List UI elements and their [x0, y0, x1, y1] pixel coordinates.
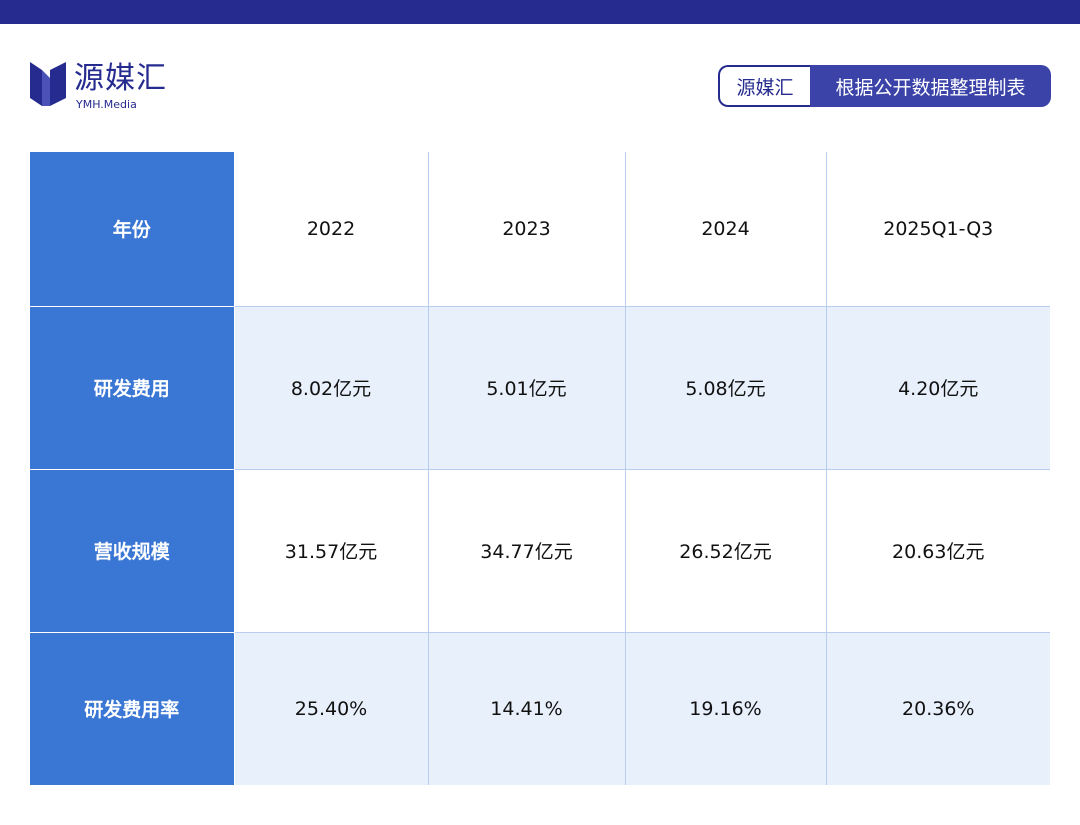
year-cell-2025q1-q3: 2025Q1-Q3 — [826, 152, 1050, 307]
row-label-year: 年份 — [30, 152, 235, 307]
revenue-cell-2022: 31.57亿元 — [234, 469, 429, 633]
source-badge-brand: 源媒汇 — [718, 65, 810, 107]
top-bar — [0, 0, 1080, 24]
table-row-revenue: 营收规模 31.57亿元 34.77亿元 26.52亿元 20.63亿元 — [30, 469, 1050, 633]
source-badge: 源媒汇 根据公开数据整理制表 — [718, 65, 1051, 107]
brand-tagline: YMH.Media — [76, 98, 137, 111]
row-label-rd-rate: 研发费用率 — [30, 632, 235, 785]
table-row-year: 年份 2022 2023 2024 2025Q1-Q3 — [30, 152, 1050, 307]
rd-expense-cell-2024: 5.08亿元 — [625, 306, 827, 470]
rd-expense-cell-2025q1-q3: 4.20亿元 — [826, 306, 1050, 470]
rd-expense-cell-2022: 8.02亿元 — [234, 306, 429, 470]
revenue-cell-2023: 34.77亿元 — [428, 469, 626, 633]
revenue-cell-2024: 26.52亿元 — [625, 469, 827, 633]
rd-rate-cell-2024: 19.16% — [625, 632, 827, 785]
year-cell-2022: 2022 — [234, 152, 429, 307]
rd-rate-cell-2022: 25.40% — [234, 632, 429, 785]
source-badge-text: 根据公开数据整理制表 — [810, 65, 1051, 107]
year-cell-2023: 2023 — [428, 152, 626, 307]
brand-mark-icon — [30, 62, 66, 106]
brand-logo: 源媒汇 YMH.Media — [28, 58, 188, 114]
row-label-revenue: 营收规模 — [30, 469, 235, 633]
revenue-cell-2025q1-q3: 20.63亿元 — [826, 469, 1050, 633]
rd-expense-table: 年份 2022 2023 2024 2025Q1-Q3 研发费用 8.02亿元 … — [30, 152, 1050, 785]
rd-rate-cell-2023: 14.41% — [428, 632, 626, 785]
rd-rate-cell-2025q1-q3: 20.36% — [826, 632, 1050, 785]
row-label-rd-expense: 研发费用 — [30, 306, 235, 470]
table-row-rd-rate: 研发费用率 25.40% 14.41% 19.16% 20.36% — [30, 632, 1050, 785]
brand-name: 源媒汇 — [74, 61, 167, 96]
rd-expense-cell-2023: 5.01亿元 — [428, 306, 626, 470]
year-cell-2024: 2024 — [625, 152, 827, 307]
table-row-rd-expense: 研发费用 8.02亿元 5.01亿元 5.08亿元 4.20亿元 — [30, 306, 1050, 470]
